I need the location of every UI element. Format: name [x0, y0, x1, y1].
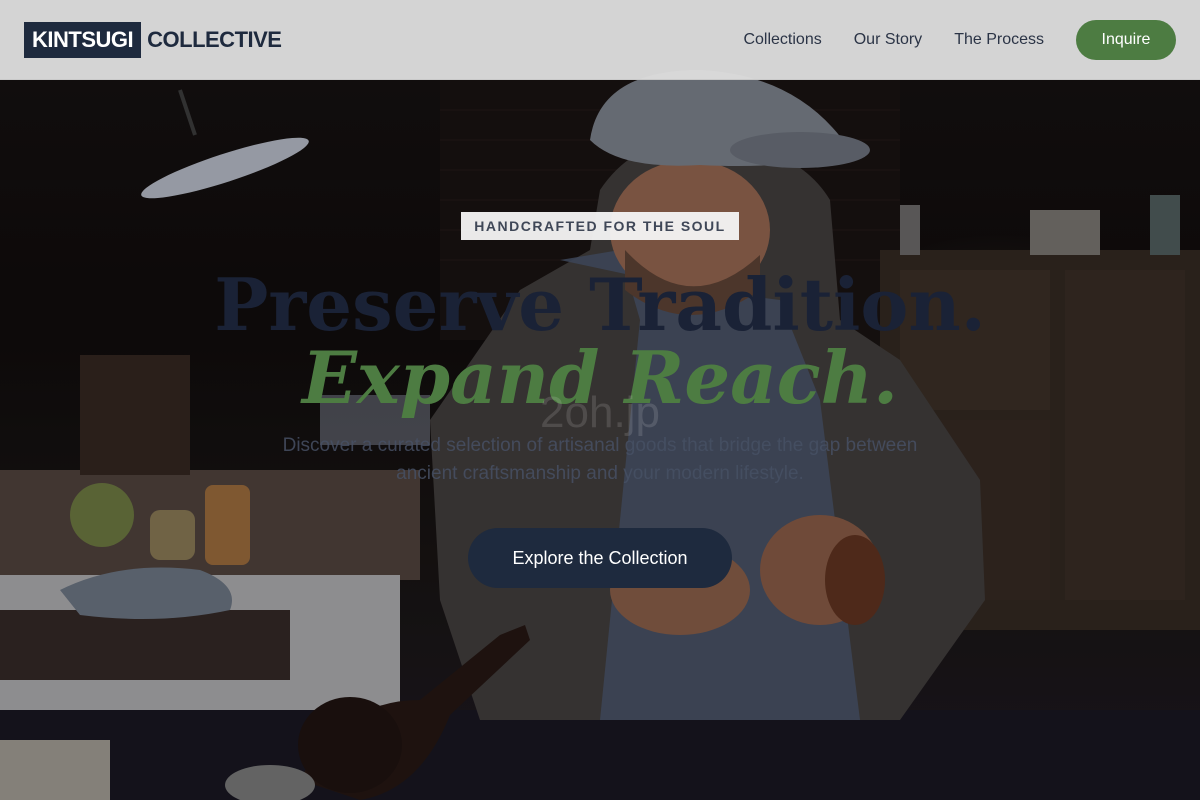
watermark-text: 2oh.jp — [540, 388, 660, 437]
hero-content: HANDCRAFTED FOR THE SOUL Preserve Tradit… — [0, 0, 1200, 800]
hero-description: Discover a curated selection of artisana… — [282, 435, 918, 484]
hero-eyebrow-badge: HANDCRAFTED FOR THE SOUL — [461, 212, 739, 240]
explore-collection-button[interactable]: Explore the Collection — [468, 528, 732, 588]
